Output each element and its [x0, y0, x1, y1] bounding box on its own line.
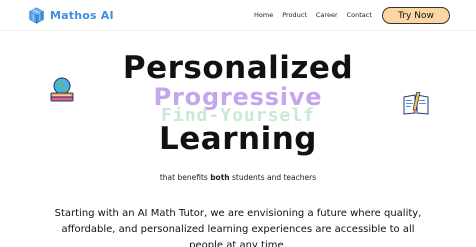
hero-title-personalized: Personalized: [122, 50, 354, 86]
hero-title-learning: Learning: [159, 121, 317, 157]
subtitle-bold: both: [210, 173, 230, 182]
cube-logo-icon: [28, 7, 45, 24]
top-navbar: Mathos AI Home Product Career Contact Tr…: [0, 0, 476, 31]
brand-logo[interactable]: Mathos AI: [28, 7, 114, 24]
subtitle-before: that benefits: [159, 173, 211, 182]
try-now-button[interactable]: Try Now: [382, 7, 450, 24]
description-line-1: Starting with an AI Math Tutor, we are e…: [54, 208, 422, 219]
description-line-2: affordable, and personalized learning ex…: [61, 224, 415, 235]
nav-link-product[interactable]: Product: [282, 11, 307, 19]
description-line-3: people at any time.: [189, 240, 287, 247]
nav-links: Home Product Career Contact: [254, 11, 372, 19]
hero-subtitle: that benefits both students and teachers: [0, 173, 476, 182]
hero-description: Starting with an AI Math Tutor, we are e…: [0, 206, 476, 247]
nav-link-career[interactable]: Career: [316, 11, 338, 19]
nav-link-contact[interactable]: Contact: [347, 11, 372, 19]
nav-link-home[interactable]: Home: [254, 11, 273, 19]
subtitle-after: students and teachers: [229, 173, 317, 182]
brand-name: Mathos AI: [50, 9, 114, 22]
